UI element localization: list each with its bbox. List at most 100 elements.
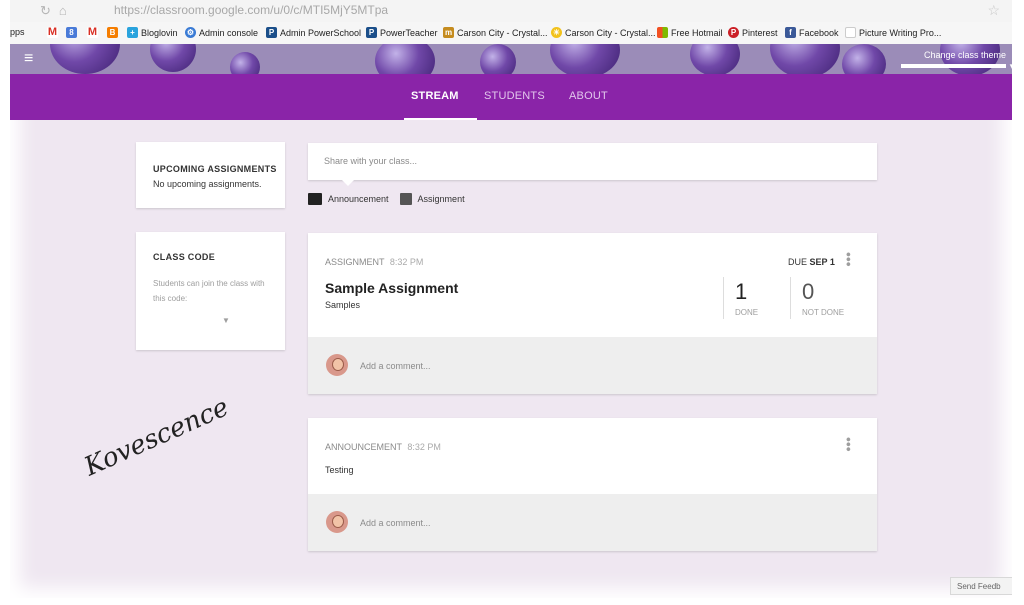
share-input[interactable]: Share with your class... xyxy=(324,156,417,166)
chevron-down-icon[interactable]: ▼ xyxy=(1008,62,1012,71)
tab-students[interactable]: STUDENTS xyxy=(484,90,545,102)
comment-area[interactable]: Add a comment... xyxy=(308,494,877,551)
assignment-title[interactable]: Sample Assignment xyxy=(325,280,458,296)
chevron-down-icon[interactable]: ▼ xyxy=(222,316,230,325)
share-box[interactable]: Share with your class... xyxy=(308,143,877,186)
tab-about[interactable]: ABOUT xyxy=(569,90,608,102)
nav-controls[interactable]: ↻⌂ xyxy=(40,3,75,19)
bloglovin-icon: + xyxy=(127,27,138,38)
not-done-label: NOT DONE xyxy=(802,308,845,317)
due-date-value: SEP 1 xyxy=(809,257,835,267)
bookmark-blogger[interactable]: B xyxy=(107,27,118,38)
google-plus-icon: 8 xyxy=(66,27,77,38)
gmail-icon: M xyxy=(47,26,58,38)
powerschool-icon: P xyxy=(366,27,377,38)
bookmark-label: Bloglovin xyxy=(141,27,178,38)
due-prefix: DUE xyxy=(788,257,808,267)
banner-bubble xyxy=(770,44,840,74)
assignment-subtitle: Samples xyxy=(325,300,361,310)
bookmark-gmail[interactable]: M xyxy=(47,27,58,38)
bookmark-facebook[interactable]: f Facebook xyxy=(785,27,839,38)
announcement-body: Testing xyxy=(325,465,354,475)
facebook-icon: f xyxy=(785,27,796,38)
done-label: DONE xyxy=(735,308,759,317)
banner-bubble xyxy=(550,44,620,74)
bookmark-star-icon[interactable]: ☆ xyxy=(987,2,1000,19)
google-admin-icon: ⚙ xyxy=(185,27,196,38)
not-done-count[interactable]: 0 xyxy=(802,279,814,305)
divider xyxy=(723,277,724,319)
announcement-icon[interactable] xyxy=(308,193,322,205)
bookmark-bloglovin[interactable]: + Bloglovin xyxy=(127,27,178,38)
avatar xyxy=(326,511,348,533)
pinterest-icon: P xyxy=(728,27,739,38)
tab-stream[interactable]: STREAM xyxy=(411,90,459,102)
ccsd-icon: m xyxy=(443,27,454,38)
active-tab-indicator xyxy=(404,118,477,120)
done-count[interactable]: 1 xyxy=(735,279,747,305)
gmail-icon: M xyxy=(87,26,98,38)
bookmark-powerteacher[interactable]: P PowerTeacher xyxy=(366,27,438,38)
bookmark-label: Admin PowerSchool xyxy=(280,27,362,38)
blogger-icon: B xyxy=(107,27,118,38)
announcement-button[interactable]: Announcement xyxy=(328,194,389,204)
class-code-title: CLASS CODE xyxy=(153,252,216,262)
post-header: ANNOUNCEMENT 8:32 PM xyxy=(325,442,441,452)
menu-icon[interactable]: ≡ xyxy=(24,50,33,68)
bookmark-google-plus[interactable]: 8 xyxy=(66,27,77,38)
page-icon xyxy=(845,27,856,38)
windows-icon xyxy=(657,27,668,38)
comment-input[interactable]: Add a comment... xyxy=(360,518,431,528)
assignment-post: ASSIGNMENT 8:32 PM DUE SEP 1 ••• Sample … xyxy=(308,233,877,394)
post-header: ASSIGNMENT 8:32 PM xyxy=(325,257,423,267)
theme-redaction-bar xyxy=(901,64,1006,68)
banner-bubble xyxy=(150,44,196,72)
assignment-icon[interactable] xyxy=(399,193,412,205)
upcoming-empty-text: No upcoming assignments. xyxy=(153,179,262,189)
post-type: ANNOUNCEMENT xyxy=(325,442,402,452)
bookmark-apps[interactable]: pps xyxy=(10,27,25,37)
theme-banner: ≡ Change class theme ▼ xyxy=(10,44,1012,74)
comment-area[interactable]: Add a comment... xyxy=(308,337,877,394)
banner-bubble xyxy=(690,44,740,74)
bookmark-picture-writing[interactable]: Picture Writing Pro... xyxy=(845,27,941,38)
banner-bubble xyxy=(230,52,260,74)
upcoming-title: UPCOMING ASSIGNMENTS xyxy=(153,164,277,174)
bookmark-carson-city-1[interactable]: m Carson City - Crystal... xyxy=(443,27,548,38)
bookmark-admin-powerschool[interactable]: P Admin PowerSchool xyxy=(266,27,361,38)
bookmark-label: PowerTeacher xyxy=(380,27,438,38)
powerschool-icon: P xyxy=(266,27,277,38)
change-theme-button[interactable]: Change class theme xyxy=(924,50,1006,60)
assignment-button[interactable]: Assignment xyxy=(418,194,465,204)
due-date: DUE SEP 1 xyxy=(788,257,835,267)
bookmark-gmail-2[interactable]: M xyxy=(87,27,98,38)
sun-icon: ☀ xyxy=(551,27,562,38)
share-pointer xyxy=(342,180,354,186)
address-bar[interactable]: ↻⌂ https://classroom.google.com/u/0/c/MT… xyxy=(10,0,1012,22)
bookmarks-bar: pps M 8 M B + Bloglovin ⚙ Admin console PA… xyxy=(10,22,1012,45)
banner-bubble xyxy=(50,44,120,74)
banner-bubble xyxy=(842,44,886,74)
banner-bubble xyxy=(375,44,435,74)
post-type-actions: Announcement Assignment xyxy=(308,193,465,205)
divider xyxy=(790,277,791,319)
bookmark-label: Picture Writing Pro... xyxy=(859,27,942,38)
bookmark-carson-city-2[interactable]: ☀ Carson City - Crystal... xyxy=(551,27,656,38)
bookmark-hotmail[interactable]: Free Hotmail xyxy=(657,27,723,38)
post-type: ASSIGNMENT xyxy=(325,257,385,267)
bookmark-admin-console[interactable]: ⚙ Admin console xyxy=(185,27,258,38)
post-time: 8:32 PM xyxy=(407,442,441,452)
bookmark-label: pps xyxy=(10,27,25,37)
class-tab-bar: STREAM STUDENTS ABOUT xyxy=(10,74,1012,120)
class-code-text: Students can join the class with this co… xyxy=(153,279,265,303)
bookmark-label: Facebook xyxy=(799,27,839,38)
bookmark-label: Pinterest xyxy=(742,27,778,38)
upcoming-assignments-card: UPCOMING ASSIGNMENTS No upcoming assignm… xyxy=(136,142,285,208)
comment-input[interactable]: Add a comment... xyxy=(360,361,431,371)
url-text[interactable]: https://classroom.google.com/u/0/c/MTI5M… xyxy=(114,3,388,17)
more-vert-icon[interactable]: ••• xyxy=(841,437,857,452)
bookmark-pinterest[interactable]: P Pinterest xyxy=(728,27,778,38)
send-feedback-button[interactable]: Send Feedb xyxy=(950,577,1012,595)
more-vert-icon[interactable]: ••• xyxy=(841,252,857,267)
post-time: 8:32 PM xyxy=(389,257,424,267)
